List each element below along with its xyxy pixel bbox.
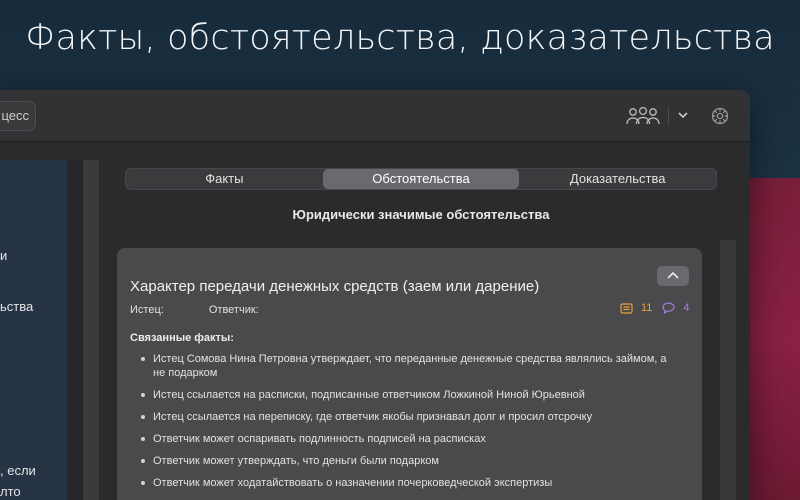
chevron-down-icon[interactable] [677,109,689,121]
list-item: Истец Сомова Нина Петровна утверждает, ч… [139,352,679,380]
circumstance-card: Характер передачи денежных средств (заем… [117,248,702,500]
app-window: цесс и ьства , если лто Факты Обстоятель… [0,90,750,500]
sidebar-text-fragment: ьства [0,299,34,314]
notes-count: 11 [641,302,653,314]
sidebar: и ьства , если лто [0,160,67,500]
sidebar-text-fragment: лто [0,484,21,499]
card-title: Характер передачи денежных средств (заем… [130,278,540,295]
list-item: Ответчик может ходатайствовать о назначе… [139,476,679,490]
sidebar-text-fragment: и [0,248,8,263]
notes-icon[interactable] [620,302,633,314]
process-button[interactable]: цесс [0,101,36,131]
sidebar-gap [67,160,83,500]
parties-row: Истец: Ответчик: [130,304,301,316]
toolbar: цесс [0,90,750,142]
list-item: Ответчик может утверждать, что деньги бы… [139,454,679,468]
list-item: Истец ссылается на переписку, где ответч… [139,410,679,424]
sidebar-text-fragment: , если [0,463,36,478]
defendant-label: Ответчик: [208,304,259,316]
list-item: Истец ссылается на расписки, подписанные… [139,388,679,402]
related-facts-label: Связанные факты: [130,332,234,344]
card-counters: 11 4 [620,302,690,314]
promo-headline: Факты, обстоятельства, доказательства [25,18,775,58]
chevron-up-icon [667,271,679,279]
view-segmented-control: Факты Обстоятельства Доказательства [125,168,717,190]
users-icon[interactable] [625,104,661,128]
list-item: Ответчик может оспаривать подлинность по… [139,432,679,446]
section-title: Юридически значимые обстоятельства [292,207,550,222]
comment-icon[interactable] [662,302,676,314]
tab-circumstances[interactable]: Обстоятельства [322,169,520,189]
toolbar-divider [668,106,669,126]
plaintiff-label: Истец: [130,304,164,316]
tab-facts[interactable]: Факты [126,169,323,189]
scrollbar[interactable] [720,240,736,500]
collapse-button[interactable] [657,266,689,286]
comments-count: 4 [683,302,690,314]
related-facts-list: Истец Сомова Нина Петровна утверждает, ч… [139,352,679,498]
split-view-divider[interactable] [83,160,99,500]
tab-evidence[interactable]: Доказательства [519,169,716,189]
gear-icon[interactable] [710,106,730,126]
